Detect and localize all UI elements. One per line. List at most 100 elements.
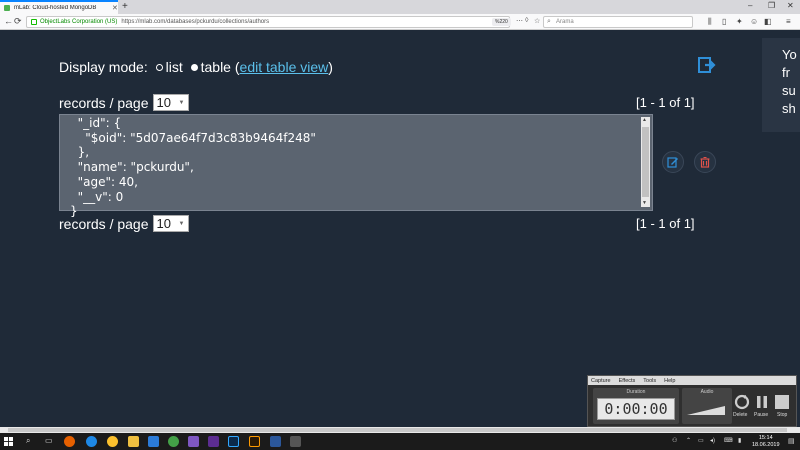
tray-chevron-icon[interactable]: ⌃ [686, 437, 691, 444]
node-icon[interactable] [168, 436, 179, 447]
scrollbar-thumb[interactable] [642, 127, 649, 197]
search-input[interactable]: ⌕ Arama [543, 16, 693, 28]
records-per-page-label: records / page [59, 94, 149, 111]
menu-tools[interactable]: Tools [643, 378, 656, 384]
audio-label: Audio [700, 389, 714, 395]
pocket-icon[interactable]: ◊ [525, 17, 528, 24]
delete-label: Delete [733, 412, 748, 418]
visual-studio-icon[interactable] [188, 436, 199, 447]
recorder-app-icon[interactable] [290, 436, 301, 447]
document-json: "_id": { "$oid": "5d07ae64f7d3c83b9464f2… [70, 116, 316, 219]
browser-tab[interactable]: mLab: Cloud-hosted MongoDB ✕ [0, 0, 118, 14]
scroll-down-icon[interactable]: ▼ [642, 200, 647, 206]
trash-icon [700, 156, 710, 168]
recorder-menu-bar: Capture Effects Tools Help [588, 376, 796, 385]
firefox-icon[interactable] [64, 436, 75, 447]
screen-recorder-widget: Capture Effects Tools Help Duration 0:00… [587, 375, 797, 427]
windows-taskbar: ⌕ ▭ ⚇ ⌃ ▭ ◂) ⌨ ▮ 15:14 18.06.2019 ▤ [0, 433, 800, 450]
bookmark-star-icon[interactable]: ☆ [534, 17, 540, 25]
stop-button[interactable] [774, 394, 790, 410]
menu-capture[interactable]: Capture [591, 378, 611, 384]
pagination-range-top: [1 - 1 of 1] [636, 95, 695, 110]
extension-icon[interactable]: ◧ [764, 17, 772, 26]
close-tab-icon[interactable]: ✕ [112, 4, 118, 12]
pagination-range-bottom: [1 - 1 of 1] [636, 216, 695, 231]
sidebar-icon[interactable]: ▯ [722, 17, 726, 26]
battery-icon[interactable]: ▮ [738, 437, 741, 444]
menu-help[interactable]: Help [664, 378, 675, 384]
logout-icon[interactable] [698, 57, 716, 73]
pencil-icon [667, 157, 678, 168]
library-icon[interactable]: ⫼ [708, 17, 712, 27]
illustrator-icon[interactable] [249, 436, 260, 447]
chrome-icon[interactable] [107, 436, 118, 447]
task-view-icon[interactable]: ▭ [45, 436, 53, 445]
records-per-page-top: records / page 10 ▼ [59, 94, 189, 111]
side-tip-line: su [782, 83, 796, 98]
duration-panel: Duration 0:00:00 [593, 388, 679, 424]
display-mode-selector: Display mode: list table (edit table vie… [59, 59, 333, 75]
search-icon[interactable]: ⌕ [26, 436, 30, 446]
side-tip-line: fr [782, 65, 790, 80]
audio-panel: Audio [682, 388, 732, 424]
list-option-label[interactable]: list [166, 59, 183, 75]
chevron-down-icon: ▼ [178, 99, 185, 106]
records-per-page-select[interactable]: 10 ▼ [152, 215, 189, 232]
table-option-label[interactable]: table [201, 59, 231, 75]
mlab-favicon-icon [4, 5, 10, 11]
edge-icon[interactable] [86, 436, 97, 447]
page-actions-icon[interactable]: ⋯ [516, 17, 523, 25]
windows-start-icon[interactable] [4, 437, 13, 446]
zoom-level[interactable]: %220 [492, 18, 511, 26]
extension-icon[interactable]: ☺ [750, 17, 758, 26]
maximize-icon[interactable]: ❐ [768, 1, 775, 10]
records-per-page-label: records / page [59, 215, 149, 232]
delete-recording-button[interactable] [734, 394, 750, 410]
table-radio[interactable] [190, 64, 198, 72]
side-tip-line: sh [782, 101, 796, 116]
photoshop-icon[interactable] [228, 436, 239, 447]
records-per-page-bottom: records / page 10 ▼ [59, 215, 189, 232]
records-per-page-select[interactable]: 10 ▼ [152, 94, 189, 111]
tab-title: mLab: Cloud-hosted MongoDB [14, 5, 97, 11]
side-tip-panel: Yo fr su sh [762, 38, 800, 132]
side-tip-line: Yo [782, 47, 797, 62]
minimize-icon[interactable]: – [748, 1, 752, 10]
vscode-icon[interactable] [148, 436, 159, 447]
audio-level-icon[interactable] [687, 404, 727, 416]
site-identity: ObjectLabs Corporation (US) [40, 19, 118, 25]
volume-icon[interactable]: ◂) [710, 437, 715, 444]
list-radio[interactable] [155, 64, 163, 72]
menu-icon[interactable]: ≡ [786, 17, 791, 26]
language-icon[interactable]: ⌨ [724, 437, 733, 444]
network-icon[interactable]: ▭ [698, 437, 704, 444]
menu-effects[interactable]: Effects [619, 378, 636, 384]
reload-icon[interactable]: ⟳ [14, 16, 22, 27]
display-mode-label: Display mode: [59, 59, 148, 75]
scroll-up-icon[interactable]: ▲ [642, 117, 647, 123]
back-arrow-icon[interactable]: ← [4, 16, 13, 26]
window-close-icon[interactable]: ✕ [787, 1, 794, 10]
clock-date: 18.06.2019 [752, 441, 780, 448]
visual-studio-icon[interactable] [208, 436, 219, 447]
delete-document-button[interactable] [694, 151, 716, 173]
scrollbar-thumb[interactable] [8, 428, 787, 432]
address-bar[interactable]: ObjectLabs Corporation (US) https://mlab… [26, 16, 510, 28]
browser-tab-bar: mLab: Cloud-hosted MongoDB ✕ + – ❐ ✕ [0, 0, 800, 14]
edit-document-button[interactable] [662, 151, 684, 173]
chevron-down-icon: ▼ [178, 220, 185, 227]
pause-label: Pause [754, 412, 769, 418]
file-explorer-icon[interactable] [128, 436, 139, 447]
url-text: https://mlab.com/databases/pckurdu/colle… [121, 19, 270, 25]
people-icon[interactable]: ⚇ [672, 437, 677, 444]
word-icon[interactable] [270, 436, 281, 447]
document-editor[interactable]: "_id": { "$oid": "5d07ae64f7d3c83b9464f2… [59, 114, 653, 218]
pause-button[interactable] [754, 394, 770, 410]
new-tab-button[interactable]: + [122, 1, 128, 12]
extension-icon[interactable]: ✦ [736, 17, 743, 26]
edit-table-view-link[interactable]: edit table view [240, 59, 329, 75]
notifications-icon[interactable]: ▤ [788, 437, 795, 445]
taskbar-clock[interactable]: 15:14 18.06.2019 [752, 435, 780, 448]
document-scrollbar[interactable]: ▲ ▼ [641, 117, 650, 207]
duration-label: Duration [626, 389, 646, 395]
